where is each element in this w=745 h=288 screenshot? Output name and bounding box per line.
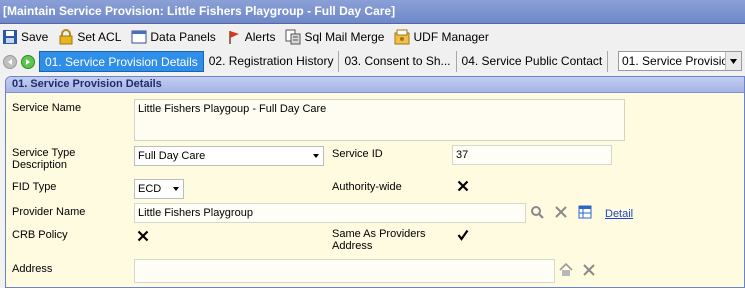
- tab-consent-to-share[interactable]: 03. Consent to Sh...: [339, 51, 457, 72]
- window-title: [Maintain Service Provision: Little Fish…: [0, 0, 745, 24]
- service-id-field: 37: [452, 145, 612, 165]
- tab-selector-dropdown[interactable]: 01. Service Provision: [618, 51, 742, 71]
- tab-service-public-contact[interactable]: 04. Service Public Contact: [457, 51, 609, 72]
- flag-icon: [229, 31, 239, 44]
- home-icon[interactable]: [559, 263, 573, 277]
- provider-name-label: Provider Name: [12, 206, 86, 218]
- mail-merge-icon: [285, 29, 301, 45]
- sql-mail-merge-button[interactable]: Sql Mail Merge: [285, 29, 384, 45]
- tab-service-provision-details[interactable]: 01. Service Provision Details: [39, 51, 204, 72]
- chevron-down-icon[interactable]: [725, 52, 741, 70]
- window-panel-icon: [131, 30, 147, 44]
- forward-arrow-icon[interactable]: [21, 54, 35, 69]
- udf-manager-label: UDF Manager: [413, 30, 489, 44]
- fid-type-label: FID Type: [12, 181, 57, 193]
- save-button[interactable]: Save: [2, 29, 48, 45]
- fid-type-dropdown[interactable]: ECD: [134, 179, 184, 199]
- back-arrow-icon[interactable]: [3, 54, 17, 69]
- authority-wide-checkbox[interactable]: [457, 180, 469, 192]
- provider-detail-link[interactable]: Detail: [605, 208, 633, 220]
- service-type-dropdown[interactable]: Full Day Care: [134, 146, 324, 166]
- same-as-providers-address-label: Same As Providers Address: [332, 228, 426, 252]
- fid-type-value: ECD: [138, 183, 162, 195]
- chevron-down-icon[interactable]: [169, 180, 183, 198]
- cross-mark-icon: [457, 180, 469, 192]
- data-panels-label: Data Panels: [150, 30, 216, 44]
- address-label: Address: [12, 263, 53, 275]
- crb-policy-checkbox[interactable]: [137, 230, 149, 242]
- alerts-label: Alerts: [244, 30, 276, 44]
- address-field: [134, 259, 555, 283]
- panel-heading: 01. Service Provision Details: [6, 77, 744, 93]
- tab-selector-value: 01. Service Provision: [622, 54, 735, 68]
- udf-manager-icon: [394, 29, 410, 45]
- crb-policy-label: CRB Policy: [12, 229, 68, 241]
- search-icon[interactable]: [530, 205, 544, 219]
- details-grid-icon[interactable]: [578, 205, 592, 219]
- data-panels-button[interactable]: Data Panels: [131, 29, 216, 45]
- service-provision-details-panel: 01. Service Provision Details Service Na…: [5, 76, 745, 288]
- clear-icon[interactable]: [582, 263, 596, 277]
- service-id-label: Service ID: [332, 148, 383, 160]
- cross-mark-icon: [137, 230, 149, 242]
- padlock-icon: [59, 29, 73, 45]
- service-type-description-label: Service Type Description: [12, 147, 76, 171]
- floppy-disk-icon: [3, 30, 17, 44]
- toolbar: Save Set ACL Data Panels Alerts Sql Mail…: [0, 25, 745, 49]
- set-acl-label: Set ACL: [77, 30, 122, 44]
- set-acl-button[interactable]: Set ACL: [58, 29, 121, 45]
- service-name-label: Service Name: [12, 102, 82, 114]
- provider-name-field: Little Fishers Playgroup: [134, 203, 526, 223]
- clear-icon[interactable]: [554, 205, 568, 219]
- udf-manager-button[interactable]: UDF Manager: [394, 29, 489, 45]
- sql-mail-merge-label: Sql Mail Merge: [304, 30, 385, 44]
- service-type-value: Full Day Care: [138, 150, 206, 162]
- save-label: Save: [21, 30, 49, 44]
- same-as-providers-address-checkbox[interactable]: [457, 229, 469, 241]
- tab-registration-history[interactable]: 02. Registration History: [204, 51, 340, 72]
- authority-wide-label: Authority-wide: [332, 181, 402, 193]
- tab-strip: 01. Service Provision Details 02. Regist…: [0, 50, 745, 73]
- alerts-button[interactable]: Alerts: [226, 29, 276, 45]
- check-mark-icon: [457, 229, 469, 241]
- service-name-field[interactable]: Little Fishers Playgoup - Full Day Care: [134, 99, 625, 141]
- chevron-down-icon[interactable]: [309, 147, 323, 165]
